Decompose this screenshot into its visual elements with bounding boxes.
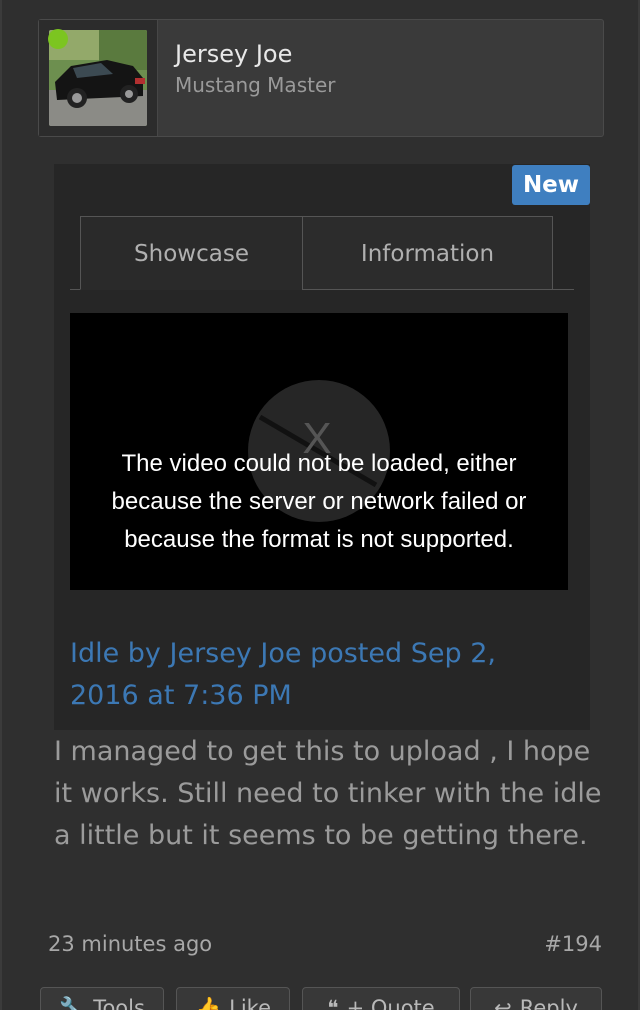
quote-icon: ❝: [327, 996, 339, 1010]
video-error-line: The video could not be loaded, either: [121, 450, 517, 477]
tools-button[interactable]: 🔧 Tools: [40, 987, 164, 1010]
avatar-container: [39, 20, 158, 136]
user-card[interactable]: Jersey Joe Mustang Master: [38, 19, 604, 137]
post-body: I managed to get this to upload , I hope…: [54, 736, 602, 851]
video-error-line: because the format is not supported.: [124, 526, 514, 553]
showcase-caption-link[interactable]: Idle by Jersey Joe posted Sep 2, 2016 at…: [70, 633, 540, 717]
reply-button[interactable]: ↩ Reply: [470, 987, 602, 1010]
tools-label: Tools: [93, 996, 145, 1010]
like-label: Like: [229, 996, 272, 1010]
user-name[interactable]: Jersey Joe: [175, 40, 292, 68]
new-badge: New: [512, 165, 590, 205]
video-error-line: because the server or network failed or: [111, 488, 527, 515]
wrench-icon: 🔧: [59, 996, 86, 1010]
reply-icon: ↩: [494, 996, 512, 1010]
user-title: Mustang Master: [175, 73, 336, 97]
video-player[interactable]: X The video could not be loaded, either …: [70, 313, 568, 590]
like-button[interactable]: 👍 Like: [176, 987, 290, 1010]
quote-label: + Quote: [346, 996, 435, 1010]
tab-information[interactable]: Information: [302, 216, 553, 290]
online-status-icon: [48, 29, 68, 49]
post-number[interactable]: #194: [544, 932, 602, 956]
tab-showcase[interactable]: Showcase: [80, 216, 303, 290]
thumbs-up-icon: 👍: [194, 996, 222, 1010]
video-error-message: The video could not be loaded, either be…: [70, 445, 568, 559]
reply-label: Reply: [519, 996, 578, 1010]
post-timestamp[interactable]: 23 minutes ago: [48, 932, 212, 956]
forum-post: Jersey Joe Mustang Master New Showcase I…: [0, 0, 640, 1010]
quote-button[interactable]: ❝ + Quote: [302, 987, 460, 1010]
